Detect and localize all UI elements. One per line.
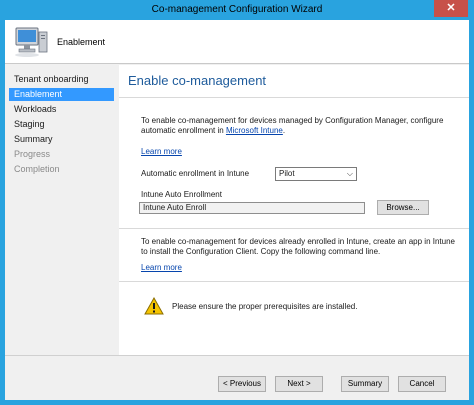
nav-item-enablement[interactable]: Enablement xyxy=(9,88,114,101)
wizard-window: Co-management Configuration Wizard ✕ Ena… xyxy=(0,0,474,405)
enrolled-text-line2: to install the Configuration Client. Cop… xyxy=(141,247,381,256)
previous-button[interactable]: < Previous xyxy=(218,376,266,392)
section-divider-2 xyxy=(119,281,469,282)
auto-enrollment-label: Automatic enrollment in Intune xyxy=(141,169,250,178)
warning-icon xyxy=(144,297,164,315)
section-divider-1 xyxy=(119,228,469,229)
warning-text: Please ensure the proper prerequisites a… xyxy=(172,302,358,311)
nav-item-completion: Completion xyxy=(14,164,60,174)
cancel-button[interactable]: Cancel xyxy=(398,376,446,392)
intune-auto-enrollment-field[interactable]: Intune Auto Enroll xyxy=(139,202,365,214)
wizard-client: Enablement Tenant onboarding Enablement … xyxy=(5,20,469,400)
nav-item-workloads[interactable]: Workloads xyxy=(9,103,114,116)
nav-item-summary[interactable]: Summary xyxy=(9,133,114,146)
section-title: Enable co-management xyxy=(128,73,267,88)
title-bar: Co-management Configuration Wizard ✕ xyxy=(0,0,474,20)
enrolled-text-line1: To enable co-management for devices alre… xyxy=(141,237,455,246)
wizard-nav: Tenant onboarding Enablement Workloads S… xyxy=(5,65,118,355)
title-divider xyxy=(119,97,469,98)
main-panel: Enable co-management To enable co-manage… xyxy=(119,65,469,355)
wizard-footer: < Previous Next > Summary Cancel xyxy=(5,355,469,400)
microsoft-intune-link[interactable]: Microsoft Intune xyxy=(226,126,283,135)
nav-item-staging[interactable]: Staging xyxy=(9,118,114,131)
close-icon[interactable]: ✕ xyxy=(446,2,455,14)
auto-enrollment-value: Pilot xyxy=(279,169,295,178)
intro-text-line1: To enable co-management for devices mana… xyxy=(141,116,444,125)
auto-enrollment-select[interactable]: Pilot ⌵ xyxy=(275,167,357,181)
learn-more-link-2[interactable]: Learn more xyxy=(141,263,182,273)
nav-item-progress: Progress xyxy=(14,149,51,159)
browse-button[interactable]: Browse... xyxy=(377,200,429,215)
computer-icon xyxy=(15,27,48,57)
intro-text-prefix: automatic enrollment in xyxy=(141,126,226,135)
page-heading: Enablement xyxy=(57,37,106,47)
chevron-down-icon: ⌵ xyxy=(346,169,353,178)
summary-button[interactable]: Summary xyxy=(341,376,389,392)
wizard-header: Enablement xyxy=(5,20,469,64)
intro-text-line2: automatic enrollment in Microsoft Intune… xyxy=(141,126,285,136)
next-button[interactable]: Next > xyxy=(275,376,323,392)
close-button[interactable]: ✕ xyxy=(434,0,468,17)
intro-text-suffix: . xyxy=(282,126,286,135)
learn-more-link-1[interactable]: Learn more xyxy=(141,147,182,157)
window-title: Co-management Configuration Wizard xyxy=(151,4,323,15)
nav-item-tenant-onboarding[interactable]: Tenant onboarding xyxy=(9,73,114,86)
intune-auto-enrollment-label: Intune Auto Enrollment xyxy=(141,190,222,199)
